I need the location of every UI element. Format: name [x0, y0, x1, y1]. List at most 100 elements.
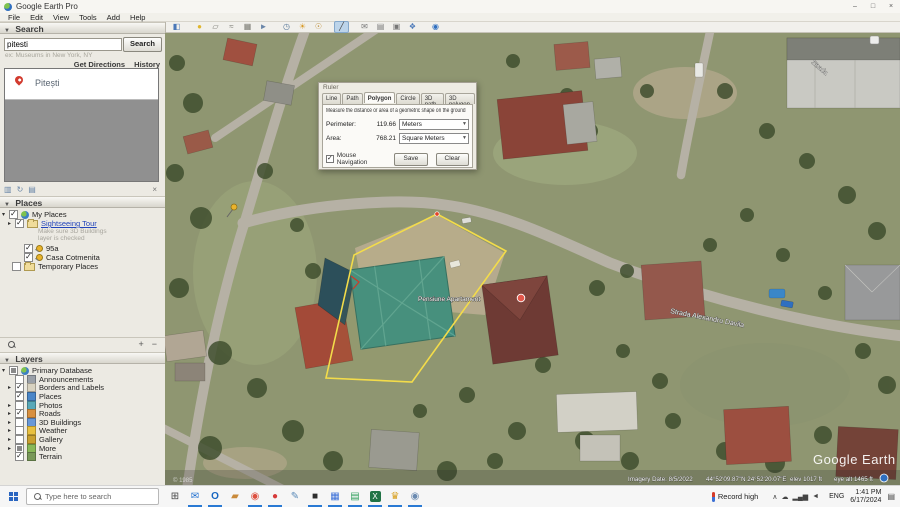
attribution-globe-icon[interactable]: [880, 474, 888, 482]
layers-row-primary-database[interactable]: ▾ Primary Database: [2, 366, 92, 375]
caret-down-icon[interactable]: ▾: [2, 367, 9, 374]
sunlight-icon[interactable]: ☀: [295, 21, 310, 33]
excel-icon[interactable]: X: [365, 486, 385, 507]
calculator-icon[interactable]: ▦: [325, 486, 345, 507]
places-row-my-places[interactable]: ▾ My Places: [2, 210, 67, 219]
sightseeing-checkbox[interactable]: [15, 219, 24, 228]
lodging-poi-icon[interactable]: [517, 294, 525, 302]
gold-app-icon[interactable]: ♛: [385, 486, 405, 507]
search-input[interactable]: [4, 38, 122, 51]
remove-place-icon[interactable]: −: [152, 339, 157, 349]
add-image-overlay-icon[interactable]: ▦: [240, 21, 255, 33]
layers-tree-row[interactable]: ▸ Weather: [8, 427, 104, 436]
temporary-places-checkbox[interactable]: [12, 262, 21, 271]
clear-button[interactable]: Clear: [436, 153, 469, 166]
ruler-tab[interactable]: Line: [322, 93, 341, 104]
planets-icon[interactable]: ☉: [311, 21, 326, 33]
search-result-item[interactable]: Pitești: [5, 69, 158, 100]
save-image-icon[interactable]: ▣: [389, 21, 404, 33]
add-polygon-icon[interactable]: ▱: [208, 21, 223, 33]
caret-down-icon[interactable]: ▾: [2, 211, 9, 218]
layer-checkbox[interactable]: [15, 452, 24, 461]
task-view-icon[interactable]: ⊞: [165, 486, 185, 507]
menu-item[interactable]: File: [3, 13, 25, 22]
save-button[interactable]: Save: [394, 153, 427, 166]
browser-app-icon[interactable]: ●: [265, 486, 285, 507]
email-icon[interactable]: ✉: [357, 21, 372, 33]
photo-overlay-icon[interactable]: [870, 36, 879, 44]
print-results-icon[interactable]: ▤: [28, 185, 36, 194]
caret-right-icon[interactable]: ▸: [8, 384, 15, 391]
search-button[interactable]: Search: [123, 37, 162, 52]
notification-center-icon[interactable]: ▤: [887, 492, 895, 501]
weather-widget[interactable]: Record high: [718, 492, 758, 501]
caret-right-icon[interactable]: ▸: [8, 419, 15, 426]
google-earth-icon[interactable]: ◉: [405, 486, 425, 507]
save-results-icon[interactable]: ▥: [4, 185, 12, 194]
ruler-vertex-marker[interactable]: [435, 212, 439, 216]
menu-item[interactable]: Edit: [25, 13, 48, 22]
ruler-tab[interactable]: 3D polygon: [445, 93, 475, 104]
taskbar-search[interactable]: Type here to search: [26, 488, 159, 505]
caret-right-icon[interactable]: ▸: [8, 445, 15, 452]
layers-tree-row[interactable]: ▸ 3D Buildings: [8, 418, 104, 427]
primary-database-checkbox[interactable]: [9, 366, 18, 375]
perimeter-unit-select[interactable]: Meters: [399, 119, 469, 130]
area-unit-select[interactable]: Square Meters: [399, 133, 469, 144]
outlook-icon[interactable]: O: [205, 486, 225, 507]
ruler-dialog[interactable]: Ruler Line Path Polygon Circle 3D path 3…: [318, 82, 477, 170]
start-button[interactable]: [0, 486, 26, 507]
clear-results-icon[interactable]: ×: [152, 185, 157, 194]
globe-icon[interactable]: ◉: [428, 21, 443, 33]
view-in-maps-icon[interactable]: ❖: [405, 21, 420, 33]
volume-icon[interactable]: ◄: [812, 493, 819, 500]
menu-item[interactable]: Tools: [74, 13, 102, 22]
layers-tree-row[interactable]: ▸ Gallery: [8, 435, 104, 444]
close-button[interactable]: ×: [882, 1, 900, 13]
caret-right-icon[interactable]: ▸: [8, 410, 15, 417]
print-icon[interactable]: ▤: [373, 21, 388, 33]
refresh-results-icon[interactable]: ↻: [17, 185, 24, 194]
caret-right-icon[interactable]: ▸: [8, 220, 15, 227]
add-placemark-icon[interactable]: ●: [192, 21, 207, 33]
layers-panel-header[interactable]: ▼ Layers: [0, 352, 165, 364]
layers-tree-row[interactable]: ▸ Roads: [8, 409, 104, 418]
add-path-icon[interactable]: ≈: [224, 21, 239, 33]
menu-item[interactable]: Help: [125, 13, 150, 22]
add-place-icon[interactable]: +: [138, 339, 143, 349]
paint-app-icon[interactable]: ✎: [285, 486, 305, 507]
code-app-icon[interactable]: ■: [305, 486, 325, 507]
record-tour-icon[interactable]: ►: [256, 21, 271, 33]
search-panel-header[interactable]: ▼ Search: [0, 22, 165, 34]
ruler-tab[interactable]: 3D path: [421, 93, 444, 104]
caret-right-icon[interactable]: ▸: [8, 436, 15, 443]
toggle-sidebar-icon[interactable]: ◧: [169, 21, 184, 33]
menu-item[interactable]: Add: [102, 13, 125, 22]
network-icon[interactable]: ▂▄▆: [792, 493, 808, 501]
language-indicator[interactable]: ENG: [829, 493, 844, 500]
maximize-button[interactable]: □: [864, 1, 882, 13]
mouse-navigation-checkbox[interactable]: [326, 155, 334, 163]
folder-app-icon[interactable]: ▰: [225, 486, 245, 507]
caret-right-icon[interactable]: ▸: [8, 427, 15, 434]
onedrive-icon[interactable]: ☁: [781, 493, 788, 501]
ruler-tab[interactable]: Polygon: [364, 92, 396, 103]
mail-icon[interactable]: ✉: [185, 486, 205, 507]
search-places-icon[interactable]: [8, 341, 15, 348]
layers-tree-row[interactable]: ▸ Terrain: [8, 452, 104, 461]
tray-expand-icon[interactable]: ∧: [772, 493, 777, 501]
chrome-icon[interactable]: ◉: [245, 486, 265, 507]
minimize-button[interactable]: –: [846, 1, 864, 13]
sheets-app-icon[interactable]: ▤: [345, 486, 365, 507]
ruler-tab[interactable]: Path: [342, 93, 362, 104]
historical-imagery-icon[interactable]: ◷: [279, 21, 294, 33]
ruler-icon[interactable]: ╱: [334, 21, 349, 33]
menu-item[interactable]: View: [48, 13, 74, 22]
places-row-sightseeing[interactable]: ▸ Sightseeing Tour: [8, 219, 97, 228]
places-row-temporary[interactable]: Temporary Places: [12, 262, 98, 271]
caret-right-icon[interactable]: ▸: [8, 402, 15, 409]
places-panel-header[interactable]: ▼ Places: [0, 196, 165, 208]
taskbar-clock[interactable]: 1:41 PM 6/17/2024: [850, 489, 881, 505]
map-viewport[interactable]: Pensiune Apartament Strada Alexandru Dav…: [165, 33, 900, 485]
ruler-tab[interactable]: Circle: [396, 93, 419, 104]
